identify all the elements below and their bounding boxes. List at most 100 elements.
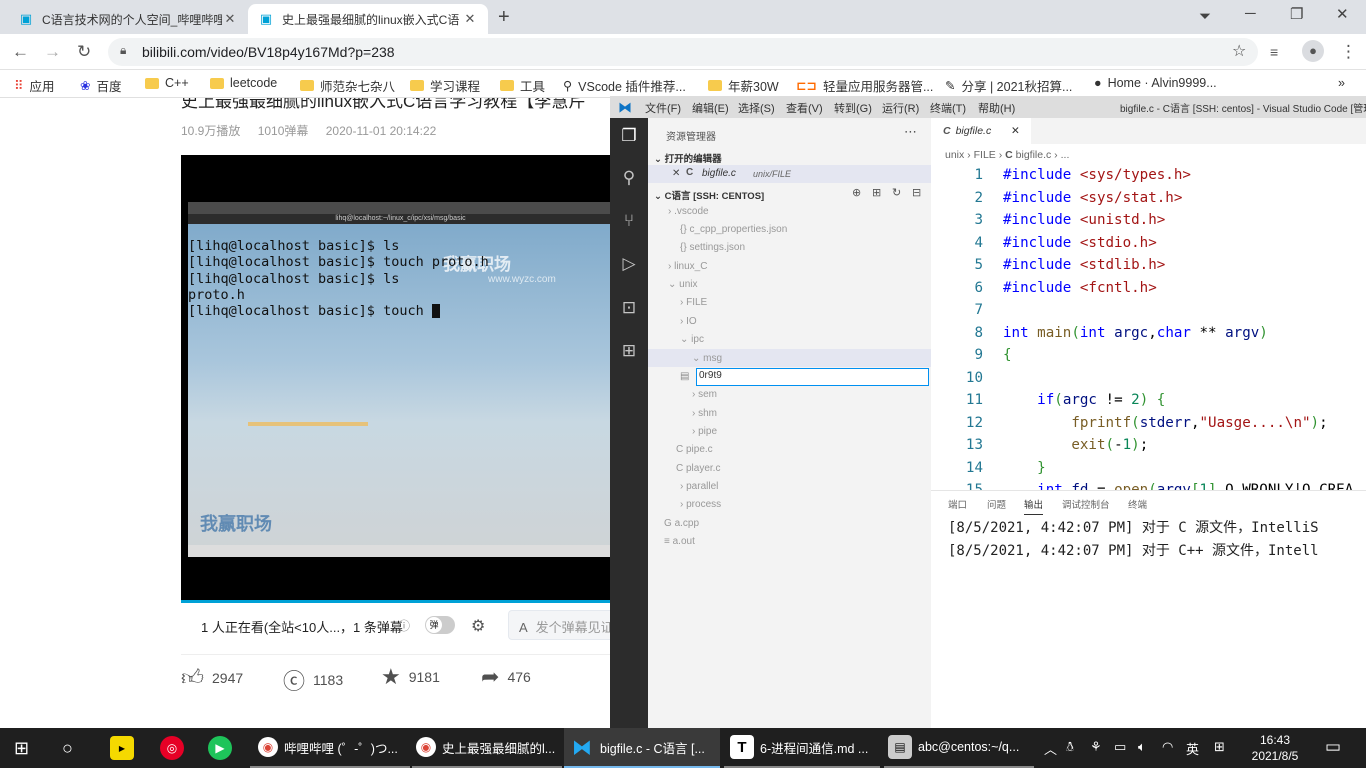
like-button[interactable]: 👍︎ 2947 bbox=[181, 664, 243, 691]
ime-indicator[interactable]: 英 bbox=[1186, 739, 1199, 758]
lock-icon[interactable]: 🔒︎ bbox=[120, 43, 126, 58]
workspace-header[interactable]: ⌄ C语言 [SSH: CENTOS] bbox=[654, 188, 764, 202]
menu-run[interactable]: 运行(R) bbox=[882, 100, 919, 116]
tree-item[interactable]: › IO bbox=[680, 316, 697, 327]
tray-chevron-icon[interactable]: ︿ bbox=[1044, 739, 1057, 758]
taskbar-item[interactable]: T 6-进程间通信.md ... bbox=[724, 728, 880, 768]
menu-goto[interactable]: 转到(G) bbox=[834, 100, 872, 116]
bookmark-aliyun[interactable]: ⊏⊐ 轻量应用服务器管... bbox=[796, 76, 933, 95]
clock[interactable]: 16:43 2021/8/5 bbox=[1240, 732, 1310, 764]
run-debug-icon[interactable]: ▷ bbox=[618, 254, 640, 276]
menu-edit[interactable]: 编辑(E) bbox=[692, 100, 729, 116]
open-editor-item[interactable]: ✕ C bigfile.c unix/FILE bbox=[648, 165, 931, 183]
tree-item[interactable]: C player.c bbox=[676, 463, 720, 474]
tree-item[interactable]: › pipe bbox=[692, 426, 717, 437]
code-line[interactable]: { bbox=[1003, 344, 1012, 367]
volume-icon[interactable]: 🔈︎ bbox=[1138, 739, 1146, 755]
code-line[interactable]: #include <sys/types.h> bbox=[1003, 164, 1191, 187]
code-line[interactable]: } bbox=[1003, 457, 1046, 480]
bookmark-folder[interactable]: 工具 bbox=[500, 76, 545, 95]
forward-icon[interactable]: → bbox=[44, 42, 61, 62]
panel-tab-problems[interactable]: 问题 bbox=[987, 497, 1006, 511]
tree-item[interactable]: › FILE bbox=[680, 297, 707, 308]
bookmark-star-icon[interactable]: ☆ bbox=[1232, 41, 1246, 61]
breadcrumb-item[interactable]: FILE bbox=[974, 149, 996, 161]
tree-item[interactable]: ≡ a.out bbox=[664, 536, 695, 547]
tree-item-selected[interactable]: ⌄ msg bbox=[648, 349, 931, 367]
tree-item[interactable]: › linux_C bbox=[668, 261, 707, 272]
bookmark-share[interactable]: ✎ 分享 | 2021秋招算... bbox=[945, 76, 1072, 95]
tray-app-icon[interactable]: ⚘ bbox=[1090, 739, 1102, 755]
panel-tab-debug-console[interactable]: 调试控制台 bbox=[1062, 497, 1110, 511]
remote-explorer-icon[interactable]: ⊡ bbox=[618, 298, 640, 320]
source-control-icon[interactable]: ⑂ bbox=[618, 211, 640, 233]
battery-icon[interactable]: ▭ bbox=[1114, 739, 1126, 755]
url-text[interactable]: bilibili.com/video/BV18p4y167Md?p=238 bbox=[142, 44, 395, 60]
code-line[interactable]: #include <stdio.h> bbox=[1003, 232, 1157, 255]
explorer-icon[interactable]: ❐ bbox=[618, 126, 640, 148]
breadcrumb-item[interactable]: bigfile.c bbox=[1016, 149, 1052, 161]
panel-tab-output[interactable]: 输出 bbox=[1024, 497, 1044, 515]
bookmark-folder[interactable]: 学习课程 bbox=[410, 76, 480, 95]
danmaku-settings-icon[interactable]: ⚙ bbox=[471, 616, 485, 636]
reload-icon[interactable]: ↻ bbox=[77, 42, 91, 62]
ime-mode-icon[interactable]: ⊞ bbox=[1214, 739, 1225, 755]
new-folder-icon[interactable]: ⊞ bbox=[872, 186, 881, 199]
tree-item[interactable]: › parallel bbox=[680, 481, 718, 492]
search-circle-icon[interactable]: ○ bbox=[62, 728, 73, 768]
minimize-button[interactable]: ─ bbox=[1245, 5, 1256, 22]
tree-item[interactable]: › sem bbox=[692, 389, 717, 400]
windows-start-icon[interactable]: ⊞ bbox=[14, 728, 29, 768]
bookmark-baidu[interactable]: ❀ 百度 bbox=[80, 76, 122, 95]
collapse-icon[interactable]: ⊟ bbox=[912, 186, 921, 199]
more-bookmarks-icon[interactable]: » bbox=[1338, 76, 1345, 90]
taskbar-item[interactable]: ◉ 史上最强最细腻的l... bbox=[412, 728, 562, 768]
panel-tab-terminal[interactable]: 终端 bbox=[1128, 497, 1147, 511]
profile-dropdown-icon[interactable]: ⏷ bbox=[1199, 8, 1211, 25]
pinned-app[interactable]: ▶ bbox=[208, 728, 238, 768]
coin-button[interactable]: ⓒ 1183 bbox=[283, 664, 343, 696]
open-editors-header[interactable]: ⌄ 打开的编辑器 bbox=[654, 151, 722, 165]
bookmark-folder[interactable]: leetcode bbox=[210, 76, 277, 90]
menu-selection[interactable]: 选择(S) bbox=[738, 100, 775, 116]
refresh-icon[interactable]: ↻ bbox=[892, 186, 901, 199]
share-button[interactable]: ➦ 476 bbox=[481, 664, 531, 690]
code-line[interactable]: fprintf(stderr,"Uasge....\n"); bbox=[1003, 412, 1327, 435]
search-icon[interactable]: ⚲ bbox=[618, 168, 640, 190]
qq-icon[interactable]: 🐧︎ bbox=[1066, 739, 1074, 756]
bookmark-folder[interactable]: C++ bbox=[145, 76, 189, 90]
code-editor[interactable]: Cbigfile.c ✕ unix › FILE › C bigfile.c › … bbox=[931, 118, 1366, 498]
bookmark-apps[interactable]: ⠿ 应用 bbox=[14, 76, 55, 95]
menu-view[interactable]: 查看(V) bbox=[786, 100, 823, 116]
bookmark-vscode-plugins[interactable]: ⚲ VScode 插件推荐... bbox=[563, 76, 686, 95]
bookmark-folder[interactable]: 师范杂七杂八 bbox=[300, 76, 395, 95]
close-tab-icon[interactable]: ✕ bbox=[462, 11, 478, 27]
restore-button[interactable]: ❐ bbox=[1290, 5, 1303, 23]
code-line[interactable]: #include <unistd.h> bbox=[1003, 209, 1165, 232]
tree-item[interactable]: ⌄ ipc bbox=[680, 334, 704, 345]
close-editor-icon[interactable]: ✕ bbox=[672, 168, 680, 179]
editor-tab[interactable]: Cbigfile.c ✕ bbox=[931, 118, 1031, 144]
pinned-app[interactable]: ◎ bbox=[160, 728, 190, 768]
tree-item[interactable]: › process bbox=[680, 499, 721, 510]
code-line[interactable]: int main(int argc,char ** argv) bbox=[1003, 322, 1268, 345]
panel-tab-ports[interactable]: 端口 bbox=[948, 497, 967, 511]
tree-item[interactable]: G a.cpp bbox=[664, 518, 699, 529]
code-line[interactable]: #include <stdlib.h> bbox=[1003, 254, 1165, 277]
taskbar-item-active[interactable]: ⧓ bigfile.c - C语言 [... bbox=[564, 728, 720, 768]
new-file-icon[interactable]: ⊕ bbox=[852, 186, 861, 199]
breadcrumb-item[interactable]: unix bbox=[945, 149, 964, 161]
code-line[interactable]: if(argc != 2) { bbox=[1003, 389, 1165, 412]
browser-tab-active[interactable]: ▣ 史上最强最细腻的linux嵌入式C语 ✕ bbox=[248, 4, 488, 34]
tree-item[interactable]: C pipe.c bbox=[676, 444, 713, 455]
omnibox[interactable]: 🔒︎ bilibili.com/video/BV18p4y167Md?p=238… bbox=[108, 38, 1258, 66]
help-icon[interactable]: ⓘ bbox=[398, 617, 410, 634]
favorite-button[interactable]: ★ 9181 bbox=[381, 664, 440, 690]
browser-tab[interactable]: ▣ C语言技术网的个人空间_哔哩哔哩 ✕ bbox=[8, 4, 248, 34]
rename-input[interactable]: 0r9t9 bbox=[696, 368, 929, 386]
danmaku-input[interactable]: A 发个弹幕见证 bbox=[508, 610, 618, 640]
new-tab-button[interactable]: + bbox=[498, 6, 510, 29]
reading-list-icon[interactable]: ≡ bbox=[1270, 44, 1278, 60]
bookmark-folder[interactable]: 年薪30W bbox=[708, 76, 779, 95]
taskbar-item[interactable]: ◉ 哔哩哔哩 (゜-゜)つ... bbox=[250, 728, 410, 768]
